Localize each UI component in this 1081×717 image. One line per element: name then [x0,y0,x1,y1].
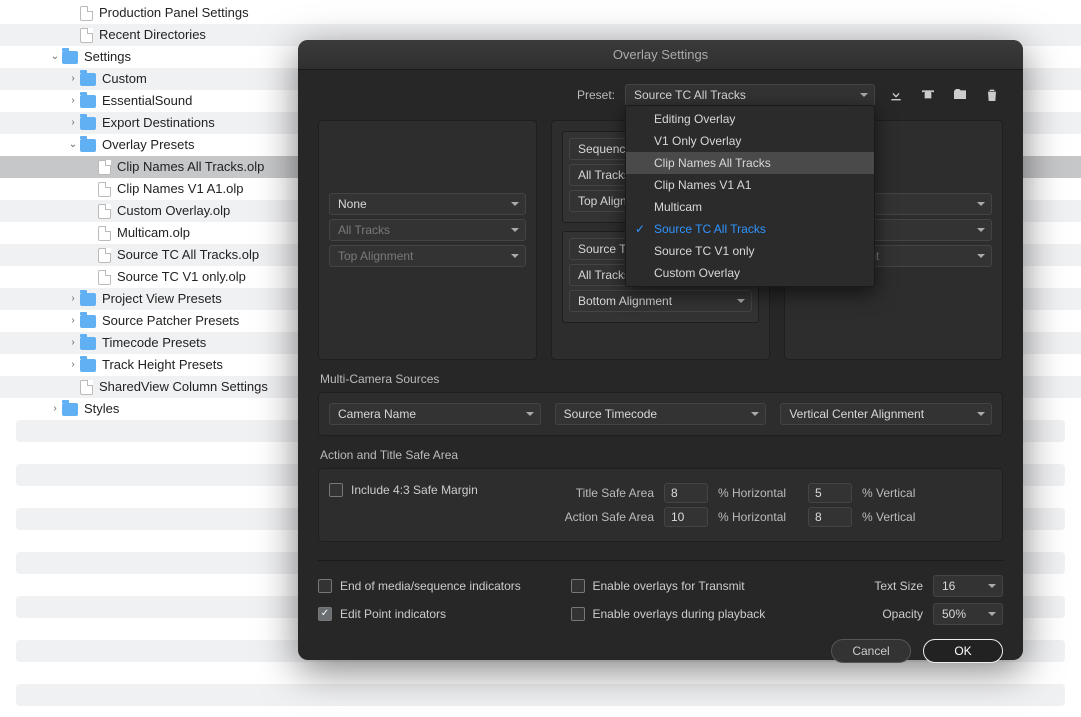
file-icon [98,204,111,219]
tree-item-label: Custom [102,68,147,90]
disclosure-icon[interactable]: › [66,354,80,376]
disclosure-icon[interactable]: ⌄ [66,134,80,156]
mc-align-select[interactable]: Vertical Center Alignment [780,403,992,425]
tree-item-label: Styles [84,398,119,420]
tree-item-label: EssentialSound [102,90,192,112]
preset-menu-item[interactable]: Custom Overlay [626,262,874,284]
disclosure-icon[interactable]: › [66,332,80,354]
tree-item-label: Timecode Presets [102,332,206,354]
folder-icon [80,95,96,108]
tree-item-label: SharedView Column Settings [99,376,268,398]
tree-item-label: Overlay Presets [102,134,194,156]
edit-point-checkbox[interactable]: Edit Point indicators [318,603,561,625]
folder-icon [80,337,96,350]
empty-row [16,684,1065,706]
opacity-label: Opacity [882,607,923,621]
bc-align-select[interactable]: Bottom Alignment [569,290,752,312]
tree-item-label: Custom Overlay.olp [117,200,230,222]
disclosure-icon[interactable]: ⌄ [48,46,62,68]
preset-menu-item[interactable]: Source TC V1 only [626,240,874,262]
tree-item-label: Production Panel Settings [99,2,249,24]
disclosure-icon[interactable]: › [66,68,80,90]
playback-checkbox[interactable]: Enable overlays during playback [571,603,814,625]
preset-select[interactable]: Source TC All Tracks [625,84,875,106]
multicam-label: Multi-Camera Sources [320,372,1001,386]
folder-icon [80,315,96,328]
tl-type-select[interactable]: None [329,193,526,215]
tree-item-label: Recent Directories [99,24,206,46]
delete-icon[interactable] [981,86,1003,104]
ok-button[interactable]: OK [923,639,1003,663]
tl-align-select[interactable]: Top Alignment [329,245,526,267]
preset-menu-item[interactable]: Editing Overlay [626,108,874,130]
preset-dropdown-menu: Editing OverlayV1 Only OverlayClip Names… [625,105,875,287]
new-preset-icon[interactable] [949,86,971,104]
title-safe-v-input[interactable] [808,483,852,503]
disclosure-icon[interactable]: › [66,288,80,310]
folder-icon [80,73,96,86]
action-safe-h-input[interactable] [664,507,708,527]
overlay-top-left-panel: None All Tracks Top Alignment [318,120,537,360]
action-safe-label: Action Safe Area [549,510,654,524]
tree-item-label: Multicam.olp [117,222,190,244]
preset-menu-item[interactable]: Clip Names All Tracks [626,152,874,174]
disclosure-icon[interactable]: › [66,90,80,112]
tree-item-label: Track Height Presets [102,354,223,376]
overlay-settings-dialog: Overlay Settings Preset: Source TC All T… [298,40,1023,660]
folder-icon [80,359,96,372]
tree-item-label: Source TC V1 only.olp [117,266,246,288]
import-icon[interactable] [885,86,907,104]
export-icon[interactable] [917,86,939,104]
text-size-select[interactable]: 16 [933,575,1003,597]
preset-menu-item[interactable]: Clip Names V1 A1 [626,174,874,196]
action-safe-v-input[interactable] [808,507,852,527]
dialog-title: Overlay Settings [298,40,1023,70]
file-icon [98,248,111,263]
opacity-select[interactable]: 50% [933,603,1003,625]
preset-menu-item[interactable]: Multicam [626,196,874,218]
tree-file[interactable]: Production Panel Settings [0,2,1081,24]
folder-icon [80,117,96,130]
safe-area-label: Action and Title Safe Area [320,448,1001,462]
file-icon [80,380,93,395]
file-icon [80,28,93,43]
tree-item-label: Project View Presets [102,288,222,310]
folder-icon [80,139,96,152]
text-size-label: Text Size [874,579,923,593]
tree-item-label: Source TC All Tracks.olp [117,244,259,266]
mc-meta-select[interactable]: Source Timecode [555,403,767,425]
cancel-button[interactable]: Cancel [831,639,911,663]
preset-menu-item[interactable]: Source TC All Tracks [626,218,874,240]
file-icon [80,6,93,21]
disclosure-icon[interactable]: › [66,310,80,332]
disclosure-icon[interactable]: › [48,398,62,420]
transmit-checkbox[interactable]: Enable overlays for Transmit [571,575,814,597]
tree-item-label: Settings [84,46,131,68]
tree-item-label: Source Patcher Presets [102,310,239,332]
tl-tracks-select[interactable]: All Tracks [329,219,526,241]
folder-icon [62,403,78,416]
disclosure-icon[interactable]: › [66,112,80,134]
preset-label: Preset: [577,88,615,102]
file-icon [98,160,111,175]
preset-menu-item[interactable]: V1 Only Overlay [626,130,874,152]
folder-icon [80,293,96,306]
end-media-checkbox[interactable]: End of media/sequence indicators [318,575,561,597]
mc-source-select[interactable]: Camera Name [329,403,541,425]
file-icon [98,182,111,197]
tree-item-label: Export Destinations [102,112,215,134]
title-safe-h-input[interactable] [664,483,708,503]
include-43-checkbox[interactable]: Include 4:3 Safe Margin [329,479,549,501]
title-safe-label: Title Safe Area [549,486,654,500]
file-icon [98,270,111,285]
folder-icon [62,51,78,64]
file-icon [98,226,111,241]
tree-item-label: Clip Names V1 A1.olp [117,178,243,200]
tree-item-label: Clip Names All Tracks.olp [117,156,264,178]
